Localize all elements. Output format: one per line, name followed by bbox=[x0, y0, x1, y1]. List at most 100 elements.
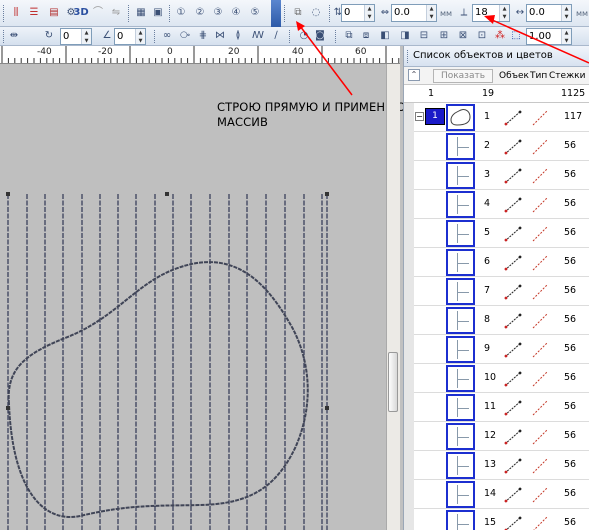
object-thumbnail[interactable] bbox=[446, 481, 475, 508]
object-thumbnail[interactable] bbox=[446, 510, 475, 530]
list-item[interactable]: 8 56 bbox=[404, 306, 589, 335]
zigzag-icon[interactable]: ≬ bbox=[231, 29, 245, 43]
outline-icon[interactable]: ◌ bbox=[309, 6, 323, 20]
step1-icon[interactable]: ① bbox=[174, 6, 188, 20]
ungroup-icon[interactable]: ⧈ bbox=[359, 29, 373, 43]
triple-icon[interactable]: ⧂ bbox=[178, 29, 192, 43]
list-item[interactable]: 10 56 bbox=[404, 364, 589, 393]
selection-handle[interactable] bbox=[6, 406, 10, 410]
step2-icon[interactable]: ② bbox=[193, 6, 207, 20]
wave-icon[interactable]: ꟿ bbox=[251, 29, 265, 43]
design-drawing[interactable] bbox=[0, 64, 386, 530]
list-item[interactable]: 7 56 bbox=[404, 277, 589, 306]
order-back-icon[interactable]: ◨ bbox=[398, 29, 412, 43]
density-spinner[interactable]: 1.00 ▲ ▼ bbox=[526, 28, 572, 45]
object-thumbnail[interactable] bbox=[446, 394, 475, 421]
scrollbar-thumb[interactable] bbox=[388, 352, 398, 412]
toolbar-grip[interactable] bbox=[335, 30, 338, 43]
step4-icon[interactable]: ④ bbox=[229, 6, 243, 20]
selection-handles[interactable] bbox=[6, 192, 329, 410]
spinner-arrows[interactable]: ▲ ▼ bbox=[426, 5, 436, 21]
toolbar-grip[interactable] bbox=[169, 5, 172, 22]
list-item[interactable]: 14 56 bbox=[404, 480, 589, 509]
motif-icon[interactable]: ⋈ bbox=[213, 29, 227, 43]
toolbar-overflow-button[interactable] bbox=[271, 0, 281, 27]
step3-icon[interactable]: ③ bbox=[211, 6, 225, 20]
column-stitches[interactable]: Стежки bbox=[549, 71, 585, 81]
toolbar-grip[interactable] bbox=[289, 30, 292, 43]
toolbar-grip[interactable] bbox=[128, 5, 131, 22]
group-icon[interactable]: ⧉ bbox=[342, 29, 356, 43]
fill-icon[interactable]: ▤ bbox=[47, 6, 61, 20]
toolbar-grip[interactable] bbox=[154, 30, 157, 43]
cross-icon[interactable]: ⋕ bbox=[196, 29, 210, 43]
spinner-arrows[interactable]: ▲ ▼ bbox=[81, 29, 91, 44]
offset-spinner[interactable]: 0.0 ▲ ▼ bbox=[526, 4, 572, 22]
vertical-scrollbar[interactable] bbox=[386, 64, 400, 530]
show-button[interactable]: Показать bbox=[433, 69, 493, 83]
list-item[interactable]: 12 56 bbox=[404, 422, 589, 451]
selection-handle[interactable] bbox=[165, 192, 169, 196]
list-item[interactable]: 13 56 bbox=[404, 451, 589, 480]
object-thumbnail[interactable] bbox=[446, 191, 475, 218]
spinner-arrows[interactable]: ▲ ▼ bbox=[135, 29, 145, 44]
satin-icon[interactable]: ☰ bbox=[27, 6, 41, 20]
list-item[interactable]: 15 56 bbox=[404, 509, 589, 530]
width-spinner-1[interactable]: 0 ▲ ▼ bbox=[60, 28, 92, 45]
selection-handle[interactable] bbox=[325, 192, 329, 196]
toolbar-grip[interactable] bbox=[3, 5, 6, 22]
toolbar-grip[interactable] bbox=[284, 5, 287, 22]
running-stitch-icon[interactable]: ⫼ bbox=[9, 6, 23, 20]
collapse-all-button[interactable]: ⌃ bbox=[408, 69, 420, 81]
object-thumbnail[interactable] bbox=[446, 336, 475, 363]
object-thumbnail[interactable] bbox=[446, 365, 475, 392]
object-thumbnail[interactable] bbox=[446, 133, 475, 160]
group-toggle[interactable]: − bbox=[415, 112, 424, 121]
object-thumbnail[interactable] bbox=[446, 452, 475, 479]
grid-icon[interactable]: ▦ bbox=[134, 6, 148, 20]
count-spinner[interactable]: 0 ▲ ▼ bbox=[341, 4, 375, 22]
object-icon[interactable]: ◔ bbox=[297, 29, 311, 43]
stitch-lines-group[interactable] bbox=[7, 194, 328, 530]
object-thumbnail[interactable] bbox=[446, 278, 475, 305]
design-canvas[interactable] bbox=[0, 64, 386, 530]
rows-spinner[interactable]: 18 ▲ ▼ bbox=[472, 4, 510, 22]
object-thumbnail[interactable] bbox=[446, 249, 475, 276]
object-thumbnail[interactable] bbox=[446, 307, 475, 334]
array-tool-icon[interactable]: ⧉ bbox=[291, 6, 305, 20]
3d-button[interactable]: 3D bbox=[72, 6, 90, 20]
column-type[interactable]: Тип bbox=[530, 71, 547, 81]
list-item[interactable]: 4 56 bbox=[404, 190, 589, 219]
object-thumbnail[interactable] bbox=[446, 162, 475, 189]
color-group-badge[interactable]: 1 bbox=[425, 108, 445, 125]
step5-icon[interactable]: ⑤ bbox=[248, 6, 262, 20]
object-list[interactable]: −1 1 117 2 56 3 56 4 56 5 56 6 56 7 56 8 56 9 56 10 56 11 56 12… bbox=[404, 103, 589, 530]
spacing-spinner[interactable]: 0.0 ▲ ▼ bbox=[391, 4, 437, 22]
spinner-arrows[interactable]: ▲ ▼ bbox=[561, 5, 571, 21]
selection-handle[interactable] bbox=[325, 406, 329, 410]
join-icon[interactable]: ⊡ bbox=[475, 29, 489, 43]
list-item[interactable]: 2 56 bbox=[404, 132, 589, 161]
chain-icon[interactable]: ∞ bbox=[160, 29, 174, 43]
weld-icon[interactable]: ⊠ bbox=[456, 29, 470, 43]
shape-outline[interactable] bbox=[7, 261, 309, 518]
color-dots-icon[interactable]: ⁂ bbox=[493, 29, 507, 43]
align-icon[interactable]: ⊟ bbox=[417, 29, 431, 43]
spinner-arrows[interactable]: ▲ ▼ bbox=[561, 29, 571, 44]
width-spinner-2[interactable]: 0 ▲ ▼ bbox=[114, 28, 146, 45]
list-item[interactable]: 9 56 bbox=[404, 335, 589, 364]
object-thumbnail[interactable] bbox=[446, 423, 475, 450]
object-thumbnail[interactable] bbox=[446, 220, 475, 247]
list-item[interactable]: −1 1 117 bbox=[404, 103, 589, 132]
pattern-icon[interactable]: ◙ bbox=[313, 29, 327, 43]
layer-icon[interactable]: ▣ bbox=[151, 6, 165, 20]
column-object[interactable]: Объект bbox=[499, 71, 529, 81]
distribute-icon[interactable]: ⊞ bbox=[437, 29, 451, 43]
selection-handle[interactable] bbox=[6, 192, 10, 196]
spinner-arrows[interactable]: ▲ ▼ bbox=[499, 5, 509, 21]
line-icon[interactable]: ∕ bbox=[269, 29, 283, 43]
order-front-icon[interactable]: ◧ bbox=[378, 29, 392, 43]
list-item[interactable]: 11 56 bbox=[404, 393, 589, 422]
list-item[interactable]: 3 56 bbox=[404, 161, 589, 190]
toolbar-grip[interactable] bbox=[3, 30, 6, 43]
